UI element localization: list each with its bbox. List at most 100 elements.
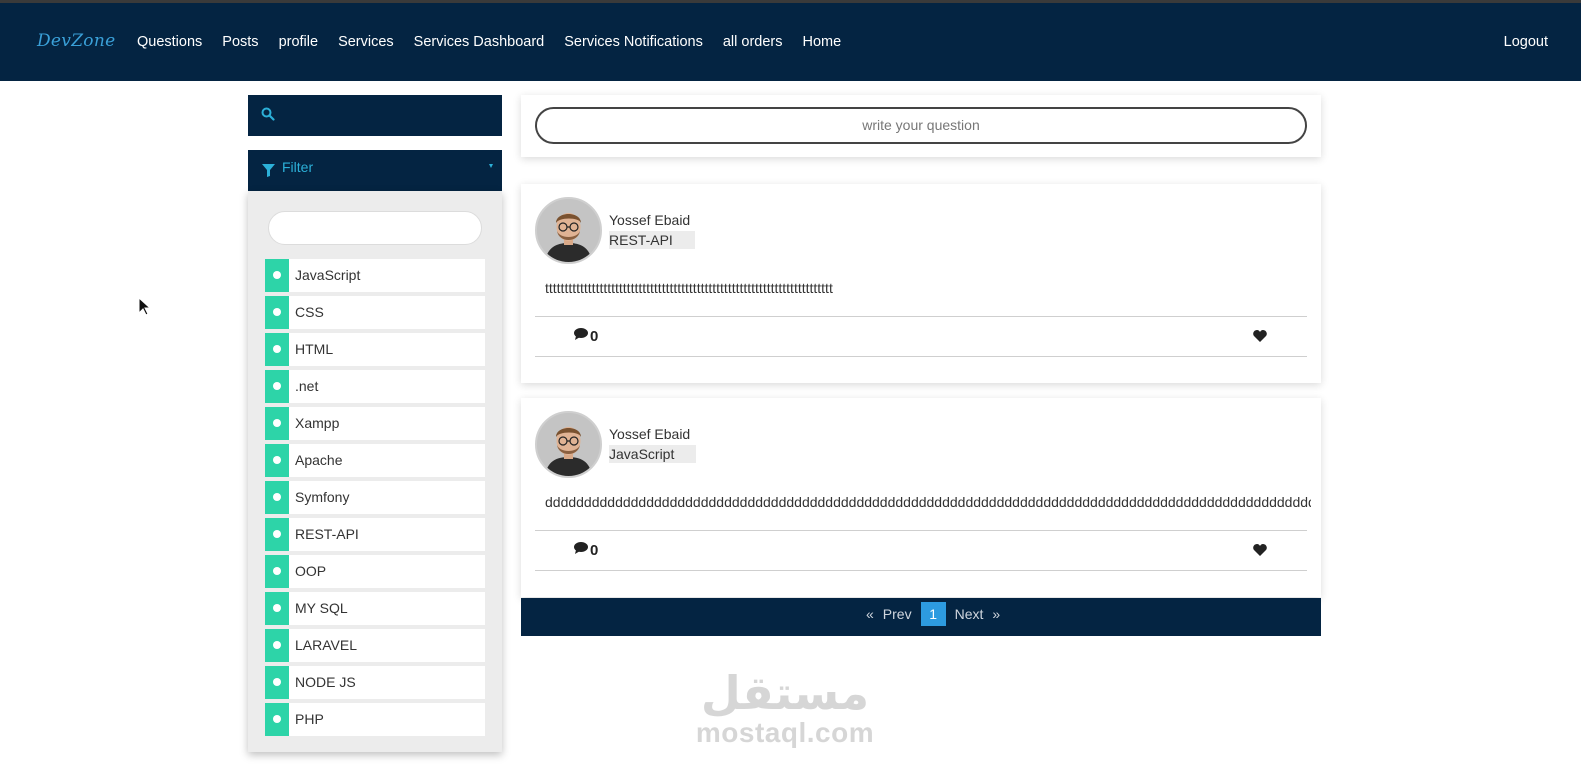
nav-link-posts[interactable]: Posts <box>222 34 258 50</box>
nav-link-questions[interactable]: Questions <box>137 34 202 50</box>
tag-item[interactable]: Apache <box>265 444 485 477</box>
radio-dot-icon <box>273 271 281 279</box>
comments-button[interactable]: 0 <box>574 541 598 559</box>
nav-link-services-dashboard[interactable]: Services Dashboard <box>414 34 545 50</box>
radio-dot-icon <box>273 456 281 464</box>
avatar[interactable] <box>535 411 602 478</box>
next-button[interactable]: Next <box>955 606 984 622</box>
tag-item[interactable]: OOP <box>265 555 485 588</box>
tag-label: Apache <box>295 452 343 468</box>
tag-item[interactable]: CSS <box>265 296 485 329</box>
tag-item[interactable]: PHP <box>265 703 485 736</box>
radio-dot-icon <box>273 641 281 649</box>
tag-label: CSS <box>295 304 324 320</box>
tag-item[interactable]: HTML <box>265 333 485 366</box>
radio-dot-icon <box>273 493 281 501</box>
radio-dot-icon <box>273 382 281 390</box>
tag-radio[interactable] <box>265 481 289 514</box>
nav-link-services[interactable]: Services <box>338 34 394 50</box>
tag-label: OOP <box>295 563 327 579</box>
tag-label: MY SQL <box>295 600 348 616</box>
next-arrow[interactable]: » <box>992 606 1000 622</box>
tag-label: PHP <box>295 711 324 727</box>
filter-toggle[interactable]: Filter <box>248 150 502 191</box>
nav-link-all-orders[interactable]: all orders <box>723 34 783 50</box>
tag-label: LARAVEL <box>295 637 357 653</box>
mouse-cursor-icon <box>138 296 152 322</box>
tag-radio[interactable] <box>265 296 289 329</box>
tag-item[interactable]: NODE JS <box>265 666 485 699</box>
radio-dot-icon <box>273 604 281 612</box>
ask-question-input[interactable]: write your question <box>535 107 1307 144</box>
radio-dot-icon <box>273 567 281 575</box>
avatar[interactable] <box>535 197 602 264</box>
pagination: « Prev 1 Next » <box>521 598 1321 636</box>
tag-radio[interactable] <box>265 629 289 662</box>
divider <box>535 356 1307 357</box>
tag-list: JavaScript CSS HTML .net Xampp Apache Sy… <box>265 259 485 740</box>
heart-icon[interactable] <box>1253 543 1267 561</box>
nav-link-home[interactable]: Home <box>803 34 842 50</box>
caret-down-icon <box>489 164 493 168</box>
post-tag[interactable]: REST-API <box>609 231 695 249</box>
tag-radio[interactable] <box>265 666 289 699</box>
tag-radio[interactable] <box>265 703 289 736</box>
comment-icon <box>574 541 588 559</box>
radio-dot-icon <box>273 678 281 686</box>
heart-icon[interactable] <box>1253 329 1267 347</box>
nav-link-profile[interactable]: profile <box>279 34 319 50</box>
divider <box>535 570 1307 571</box>
tag-radio[interactable] <box>265 518 289 551</box>
sidebar: Filter JavaScript CSS HTML .net Xampp Ap… <box>248 95 502 752</box>
tag-radio[interactable] <box>265 592 289 625</box>
post-card: Yossef Ebaid JavaScript dddddddddddddddd… <box>521 398 1321 597</box>
tag-radio[interactable] <box>265 333 289 366</box>
tag-item[interactable]: .net <box>265 370 485 403</box>
pagination-controls: « Prev 1 Next » <box>866 602 1000 626</box>
comments-button[interactable]: 0 <box>574 327 598 345</box>
radio-dot-icon <box>273 345 281 353</box>
comment-count: 0 <box>590 327 599 345</box>
ask-question-card: write your question <box>521 95 1321 157</box>
tag-item[interactable]: REST-API <box>265 518 485 551</box>
filter-panel: JavaScript CSS HTML .net Xampp Apache Sy… <box>248 191 502 752</box>
watermark-logo: مستقل mostaql.com <box>690 668 880 748</box>
tag-item[interactable]: Xampp <box>265 407 485 440</box>
tag-radio[interactable] <box>265 370 289 403</box>
tag-radio[interactable] <box>265 444 289 477</box>
tag-label: Xampp <box>295 415 340 431</box>
radio-dot-icon <box>273 419 281 427</box>
prev-arrow[interactable]: « <box>866 606 874 622</box>
filter-search-input[interactable] <box>268 211 482 245</box>
tag-label: HTML <box>295 341 334 357</box>
tag-item[interactable]: JavaScript <box>265 259 485 292</box>
sidebar-search[interactable] <box>248 95 502 136</box>
tag-label: NODE JS <box>295 674 356 690</box>
divider <box>535 530 1307 531</box>
tag-item[interactable]: MY SQL <box>265 592 485 625</box>
page-button-current[interactable]: 1 <box>920 602 946 626</box>
post-body: dddddddddddddddddddddddddddddddddddddddd… <box>545 494 1311 510</box>
watermark-arabic: مستقل <box>700 667 870 719</box>
tag-item[interactable]: Symfony <box>265 481 485 514</box>
tag-item[interactable]: LARAVEL <box>265 629 485 662</box>
filter-label: Filter <box>282 159 314 175</box>
tag-radio[interactable] <box>265 407 289 440</box>
search-icon <box>261 107 275 126</box>
tag-radio[interactable] <box>265 259 289 292</box>
logout-link[interactable]: Logout <box>1504 34 1548 50</box>
prev-button[interactable]: Prev <box>883 606 912 622</box>
navbar: DevZone Questions Posts profile Services… <box>0 3 1581 81</box>
brand-logo[interactable]: DevZone <box>37 31 115 51</box>
post-tag[interactable]: JavaScript <box>609 445 697 463</box>
post-author[interactable]: Yossef Ebaid <box>609 212 690 228</box>
comment-count: 0 <box>590 541 599 559</box>
nav-link-services-notifications[interactable]: Services Notifications <box>564 34 703 50</box>
comment-icon <box>574 327 588 345</box>
post-card: Yossef Ebaid REST-API tttttttttttttttttt… <box>521 184 1321 383</box>
tag-radio[interactable] <box>265 555 289 588</box>
post-author[interactable]: Yossef Ebaid <box>609 426 690 442</box>
divider <box>535 316 1307 317</box>
filter-icon <box>262 164 275 182</box>
tag-label: REST-API <box>295 526 359 542</box>
